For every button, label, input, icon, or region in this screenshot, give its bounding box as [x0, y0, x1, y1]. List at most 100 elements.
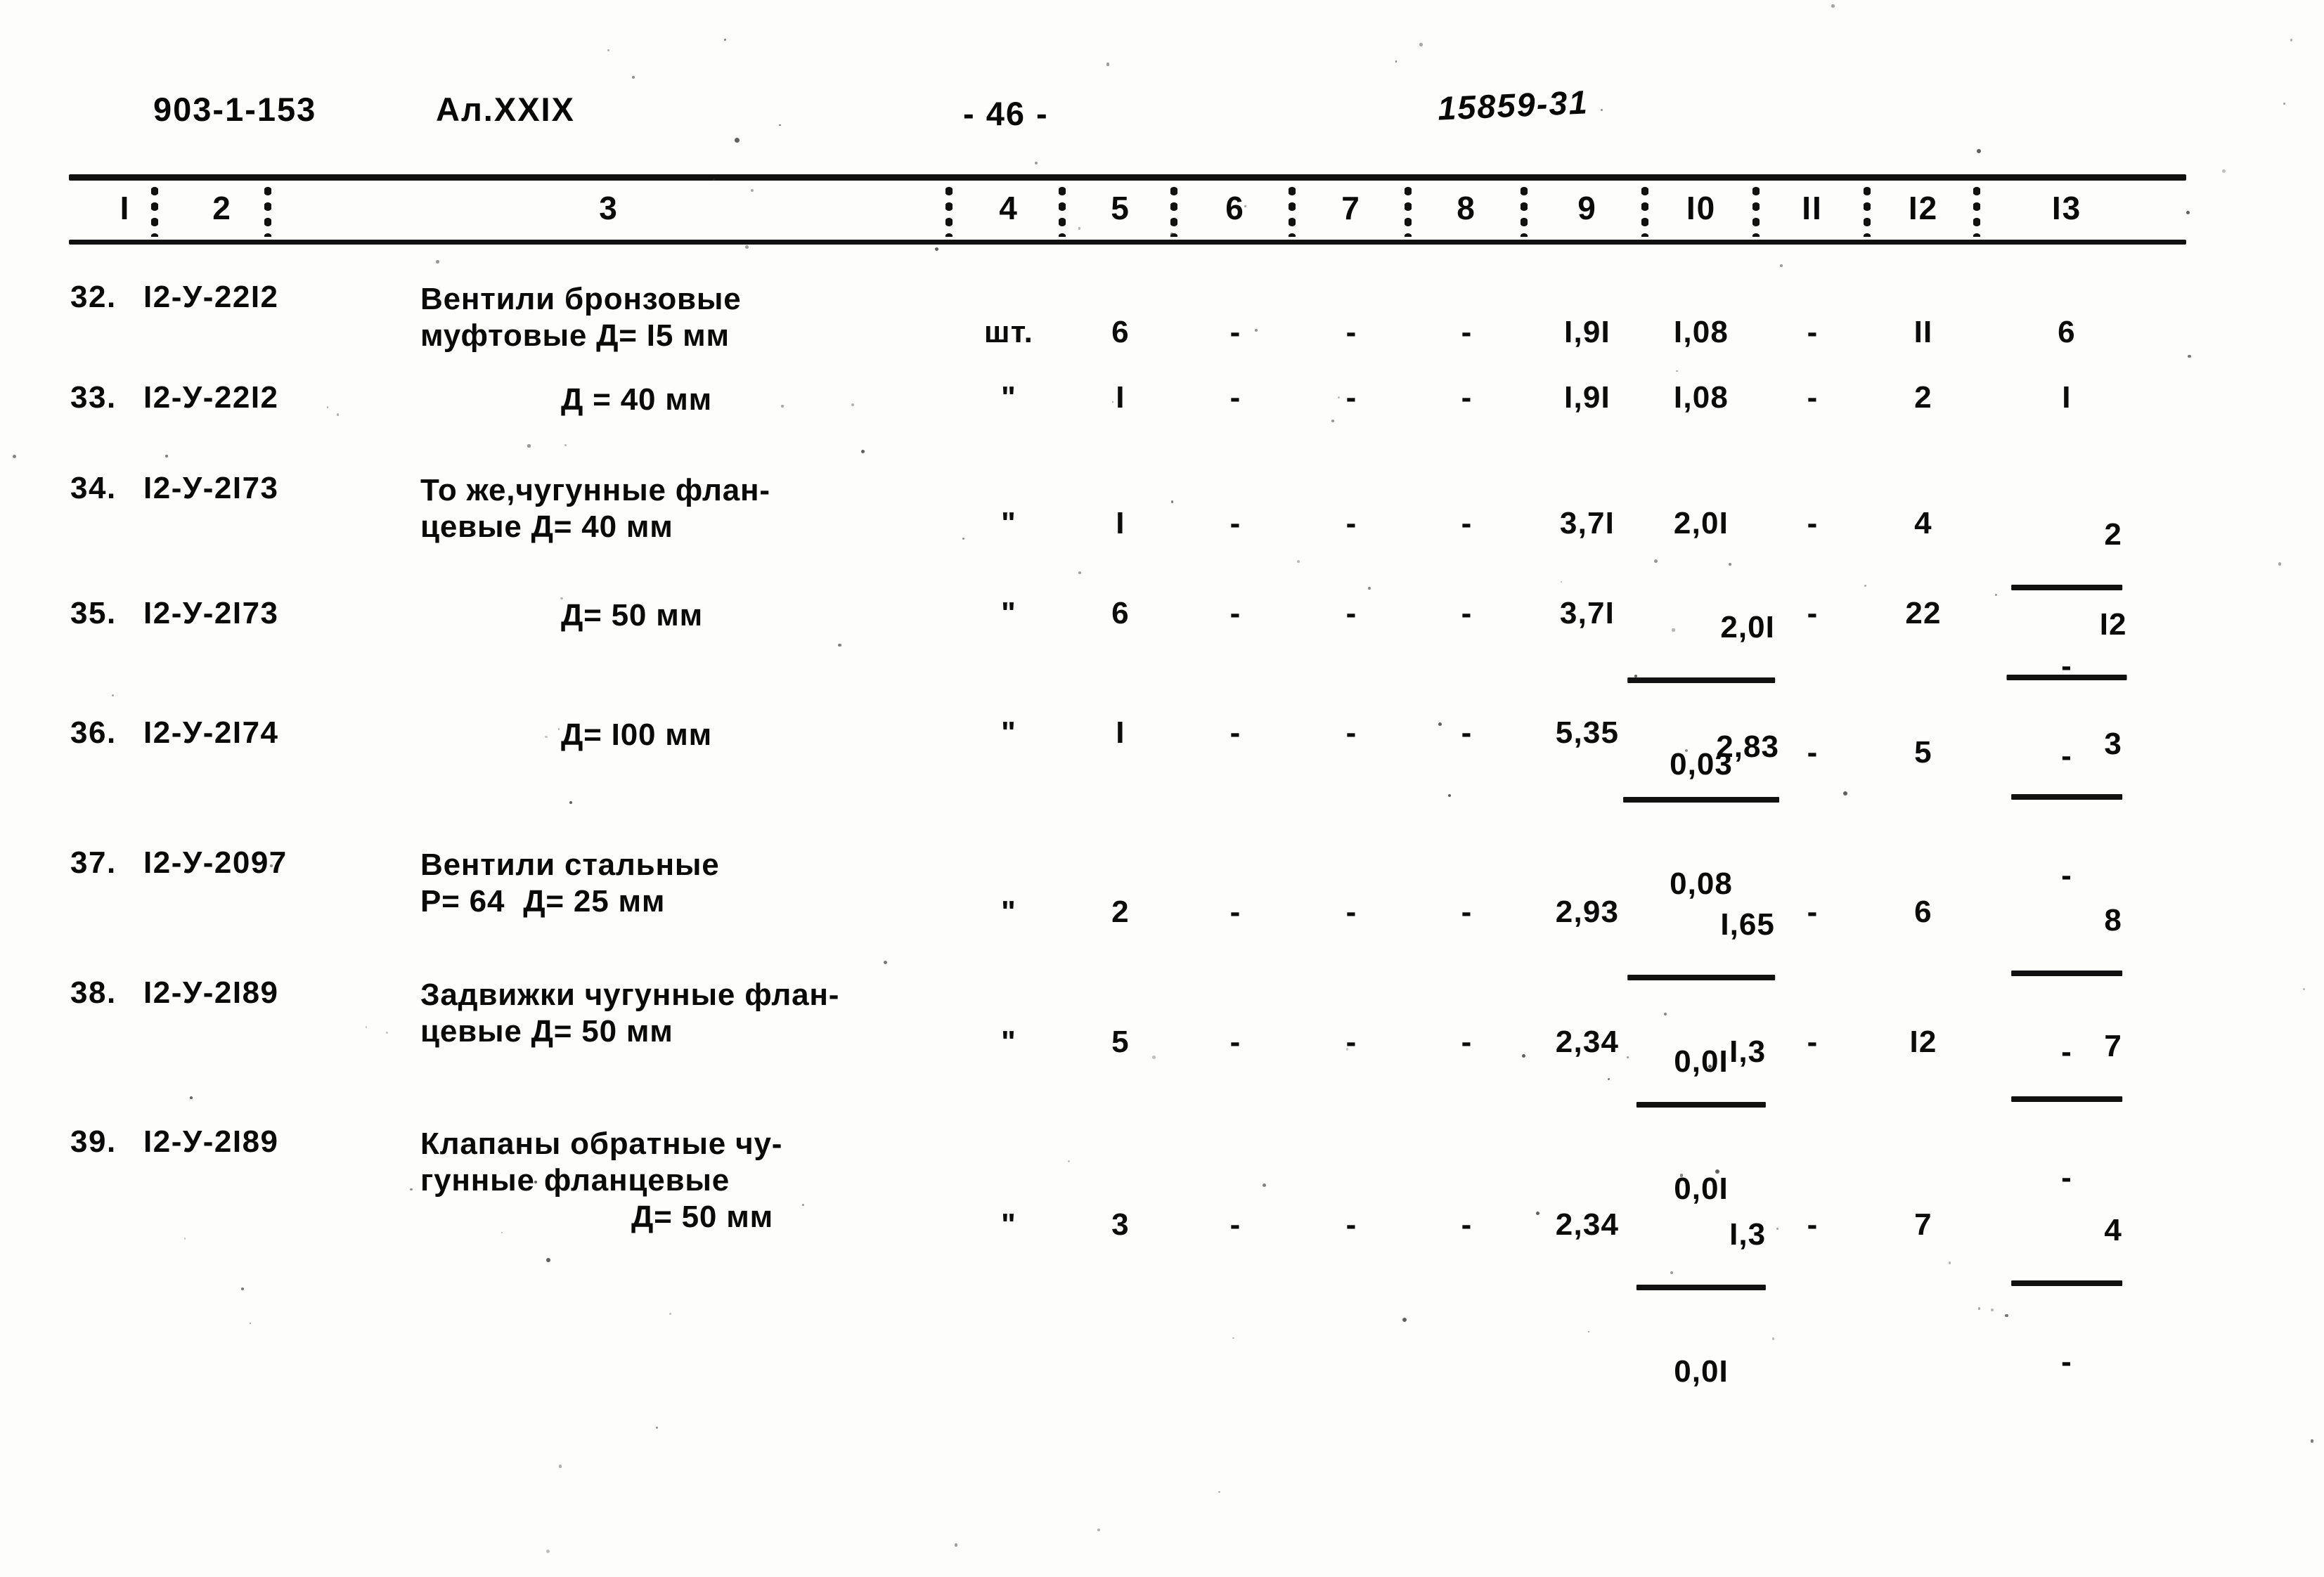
- scan-speck: [546, 1550, 550, 1554]
- row-index: 37.: [70, 845, 117, 880]
- scan-speck: [2186, 211, 2190, 214]
- column-header-7: 7: [1341, 190, 1361, 226]
- fraction-numerator: I,65: [1720, 907, 1775, 942]
- row-col13-fraction: 4 -: [2011, 1182, 2122, 1437]
- row-col6: -: [1229, 1025, 1241, 1059]
- fraction-denominator: -: [2061, 1344, 2072, 1379]
- row-col6: -: [1229, 1207, 1241, 1242]
- row-col13: I: [2062, 380, 2072, 415]
- column-separator: [1864, 183, 1871, 237]
- scan-speck: [1395, 60, 1397, 63]
- fraction-bar: [2011, 794, 2122, 800]
- row-description-line-2: Р= 64 Д= 25 мм: [420, 884, 666, 919]
- row-code: I2-У-2I89: [143, 975, 279, 1010]
- fraction-numerator: I,3: [1729, 1217, 1767, 1252]
- row-col12: 22: [1905, 596, 1942, 630]
- fraction-bar: [1636, 1285, 1767, 1290]
- row-col8: -: [1461, 506, 1472, 540]
- column-header-10: I0: [1686, 190, 1717, 226]
- column-separator: [1973, 183, 1980, 237]
- table-body: 32. I2-У-22I2 Вентили бронзовые муфтовые…: [69, 252, 2186, 1388]
- row-col8: -: [1461, 895, 1472, 929]
- column-header-11: II: [1802, 190, 1823, 226]
- row-col11: -: [1807, 735, 1818, 770]
- fraction-bar: [1636, 1102, 1767, 1108]
- column-separator: [1170, 183, 1177, 237]
- row-code: I2-У-22I2: [143, 280, 279, 314]
- row-col7: -: [1345, 596, 1357, 630]
- row-code: I2-У-2I74: [143, 715, 279, 750]
- column-separator: [1752, 183, 1760, 237]
- fraction-bar: [2011, 1096, 2122, 1102]
- fraction-bar: [1627, 677, 1775, 683]
- scan-speck: [2310, 1439, 2314, 1443]
- row-col12: II: [1913, 315, 1933, 349]
- scan-speck: [655, 1427, 659, 1429]
- row-col6: -: [1229, 506, 1241, 540]
- row-description-line-3: Д= 50 мм: [631, 1200, 773, 1234]
- row-col11: -: [1807, 506, 1818, 540]
- row-col9: I,9I: [1564, 315, 1610, 349]
- archive-stamp: 15859-31: [1436, 83, 1589, 127]
- row-unit: ": [1000, 715, 1017, 750]
- fraction-bar: [2011, 1280, 2122, 1286]
- fraction-numerator: I2: [2099, 607, 2127, 642]
- row-code: I2-У-2I73: [143, 596, 279, 630]
- row-index: 32.: [70, 280, 117, 314]
- row-index: 38.: [70, 975, 117, 1010]
- scan-speck: [1097, 1528, 1100, 1531]
- row-col7: -: [1345, 315, 1357, 349]
- row-col5: I: [1116, 380, 1125, 415]
- row-col9: 2,34: [1555, 1207, 1620, 1242]
- row-unit: ": [1000, 380, 1017, 415]
- row-code: I2-У-22I2: [143, 380, 279, 415]
- fraction-bar: [1627, 975, 1775, 980]
- row-col8: -: [1461, 1025, 1472, 1059]
- column-separator: [945, 183, 953, 237]
- column-separator: [1289, 183, 1296, 237]
- row-description-line-2: Д= 50 мм: [561, 598, 703, 632]
- row-col11: -: [1807, 1207, 1818, 1242]
- row-col5: 3: [1111, 1207, 1130, 1242]
- row-col5: 5: [1111, 1025, 1130, 1059]
- row-col11: -: [1807, 895, 1818, 929]
- row-col12: 5: [1914, 735, 1932, 770]
- column-header-13: I3: [2051, 190, 2082, 226]
- column-separator: [264, 183, 271, 237]
- scan-speck: [2278, 562, 2282, 566]
- row-col7: -: [1345, 895, 1357, 929]
- row-description-line-1: Вентили стальные: [420, 848, 720, 882]
- document-code: 903-1-153: [153, 91, 317, 128]
- row-col9: 2,34: [1555, 1025, 1620, 1059]
- column-header-2: 2: [212, 190, 232, 226]
- column-header-4: 4: [999, 190, 1019, 226]
- fraction-numerator: 3: [2104, 727, 2122, 761]
- column-separator: [1405, 183, 1412, 237]
- row-col11: -: [1807, 315, 1818, 349]
- column-number-row: I 2 3 4 5 6 7 8 9 I0 II I2 I3: [69, 181, 2186, 240]
- row-description-line-1: Клапаны обратные чу-: [420, 1127, 783, 1161]
- row-col10: I,08: [1673, 380, 1729, 415]
- row-col5: 6: [1111, 315, 1130, 349]
- column-header-9: 9: [1577, 190, 1597, 226]
- fraction-numerator: 8: [2104, 903, 2122, 937]
- row-col9: 3,7I: [1559, 596, 1615, 630]
- row-description-line-2: гунные фланцевые: [420, 1163, 730, 1198]
- row-index: 35.: [70, 596, 117, 630]
- scan-speck: [1218, 1491, 1220, 1493]
- row-col5: 2: [1111, 895, 1130, 929]
- row-col12: 6: [1914, 895, 1932, 929]
- scan-speck: [1977, 149, 1981, 153]
- row-col8: -: [1461, 380, 1472, 415]
- row-col6: -: [1229, 315, 1241, 349]
- row-description-line-1: То же,чугунные флан-: [420, 473, 770, 507]
- row-col9: 5,35: [1555, 715, 1620, 750]
- specification-table: I 2 3 4 5 6 7 8 9 I0 II I2 I3 32. I2-У-2…: [69, 174, 2186, 1388]
- row-unit: ": [1000, 596, 1017, 630]
- row-col10-fraction: I,3 0,0I: [1636, 1186, 1767, 1453]
- fraction-numerator: 2,0I: [1720, 610, 1775, 644]
- scan-speck: [2290, 39, 2293, 41]
- fraction-denominator: 0,0I: [1674, 1354, 1729, 1389]
- row-index: 39.: [70, 1124, 117, 1159]
- row-col5: I: [1116, 715, 1125, 750]
